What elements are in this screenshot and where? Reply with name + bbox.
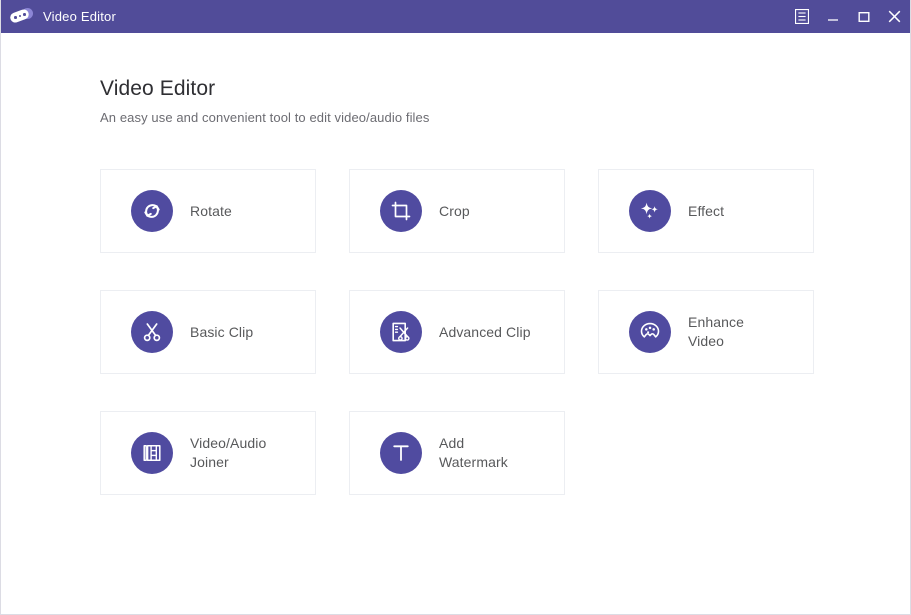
tool-card-advanced-clip[interactable]: Advanced Clip: [349, 290, 565, 374]
tool-label: Crop: [439, 202, 470, 219]
film-stack-icon: [131, 432, 173, 474]
rotate-icon: [131, 190, 173, 232]
list-menu-icon: [794, 9, 809, 24]
scissors-frame-icon: [380, 311, 422, 353]
film-reel-icon: [8, 6, 34, 28]
tool-label: Rotate: [190, 202, 232, 219]
tool-label: Effect: [688, 202, 725, 219]
main-content: Video Editor An easy use and convenient …: [1, 33, 910, 614]
tool-card-enhance-video[interactable]: Enhance Video: [598, 290, 814, 374]
page-subtitle: An easy use and convenient tool to edit …: [100, 110, 430, 125]
video-editor-window: Video Editor Video Editor An easy use an…: [0, 0, 911, 615]
tool-card-effect[interactable]: Effect: [598, 169, 814, 253]
menu-button[interactable]: [786, 0, 817, 33]
tool-card-crop[interactable]: Crop: [349, 169, 565, 253]
titlebar[interactable]: Video Editor: [1, 0, 910, 33]
minimize-icon: [827, 11, 839, 23]
maximize-icon: [858, 11, 870, 23]
crop-icon: [380, 190, 422, 232]
text-t-icon: [380, 432, 422, 474]
scissors-icon: [131, 311, 173, 353]
tool-card-add-watermark[interactable]: Add Watermark: [349, 411, 565, 495]
page-title: Video Editor: [100, 77, 216, 100]
tool-label: Advanced Clip: [439, 323, 531, 340]
tool-label: Add Watermark: [439, 435, 508, 470]
sparkle-icon: [629, 190, 671, 232]
tool-card-basic-clip[interactable]: Basic Clip: [100, 290, 316, 374]
tool-label: Enhance Video: [688, 314, 744, 349]
maximize-button[interactable]: [848, 0, 879, 33]
tool-grid: Rotate Crop Effect Basic Clip Advanced C…: [100, 169, 814, 495]
tool-card-video-audio-joiner[interactable]: Video/Audio Joiner: [100, 411, 316, 495]
close-icon: [888, 10, 901, 23]
tool-card-rotate[interactable]: Rotate: [100, 169, 316, 253]
palette-icon: [629, 311, 671, 353]
window-title: Video Editor: [43, 9, 116, 24]
tool-label: Basic Clip: [190, 323, 254, 340]
window-controls: [786, 0, 910, 33]
close-button[interactable]: [879, 0, 910, 33]
minimize-button[interactable]: [817, 0, 848, 33]
tool-label: Video/Audio Joiner: [190, 435, 267, 470]
